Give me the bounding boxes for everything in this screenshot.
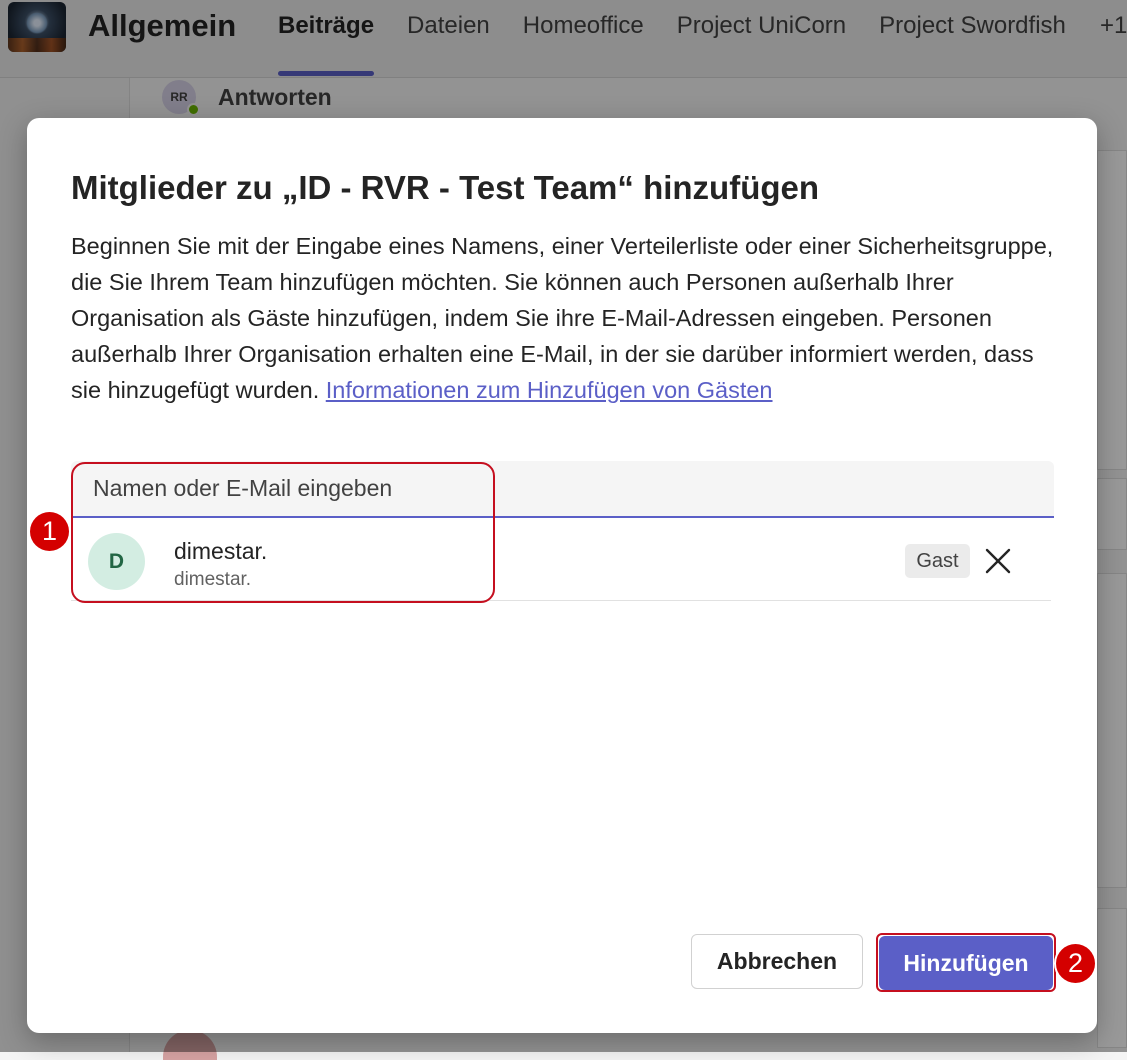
dialog-title: Mitglieder zu „ID - RVR - Test Team“ hin… [71, 169, 820, 206]
dialog-description: Beginnen Sie mit der Eingabe eines Namen… [71, 228, 1056, 408]
close-icon [985, 548, 1011, 574]
guest-info-link[interactable]: Informationen zum Hinzufügen von Gästen [326, 377, 773, 403]
annotation-marker-2: 2 [1056, 944, 1095, 983]
annotation-marker-1: 1 [30, 512, 69, 551]
annotation-highlight-1 [71, 462, 495, 603]
guest-badge: Gast [905, 544, 970, 578]
remove-member-button[interactable] [980, 543, 1016, 579]
annotation-highlight-2 [876, 933, 1056, 992]
cancel-button[interactable]: Abbrechen [691, 934, 863, 989]
